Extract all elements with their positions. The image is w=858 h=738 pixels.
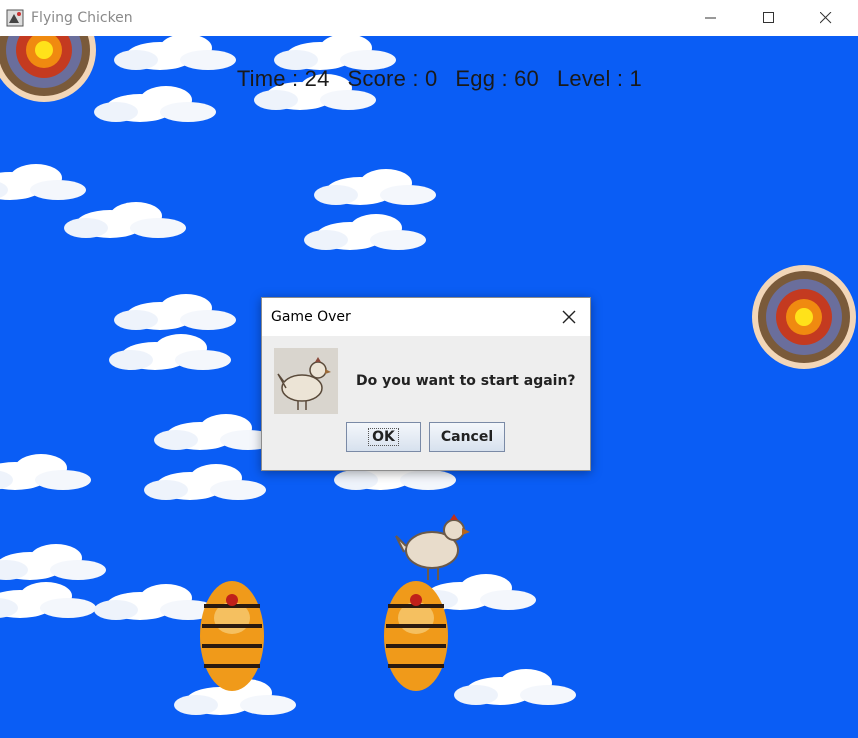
target-icon <box>0 36 96 102</box>
target-icon <box>752 265 856 369</box>
dialog-message: Do you want to start again? <box>356 373 576 389</box>
game-hud: Time : 24 Score : 0 Egg : 60 Level : 1 <box>212 40 660 118</box>
hud-time: Time : 24 <box>236 66 330 91</box>
ok-button[interactable]: OK <box>346 422 421 452</box>
hud-score: Score : 0 <box>347 66 438 91</box>
close-icon <box>820 12 832 24</box>
tiger-icon <box>200 581 264 691</box>
close-icon <box>562 310 576 324</box>
minimize-button[interactable] <box>682 0 740 36</box>
hud-egg: Egg : 60 <box>455 66 539 91</box>
chicken-icon <box>395 514 470 580</box>
cancel-button[interactable]: Cancel <box>429 422 505 452</box>
window-titlebar: Flying Chicken <box>0 0 858 36</box>
maximize-button[interactable] <box>740 0 798 36</box>
minimize-icon <box>705 17 716 19</box>
tiger-icon <box>384 581 448 691</box>
dialog-title: Game Over <box>271 309 351 325</box>
dialog-titlebar: Game Over <box>262 298 590 336</box>
hud-level: Level : 1 <box>556 66 642 91</box>
dialog-close-button[interactable] <box>558 306 580 328</box>
window-title: Flying Chicken <box>31 10 133 26</box>
app-icon <box>6 9 24 27</box>
chicken-icon <box>274 348 338 414</box>
game-over-dialog: Game Over Do you want to start again? OK… <box>261 297 591 471</box>
ok-button-label: OK <box>368 428 399 446</box>
close-window-button[interactable] <box>797 0 855 36</box>
maximize-icon <box>763 12 774 23</box>
